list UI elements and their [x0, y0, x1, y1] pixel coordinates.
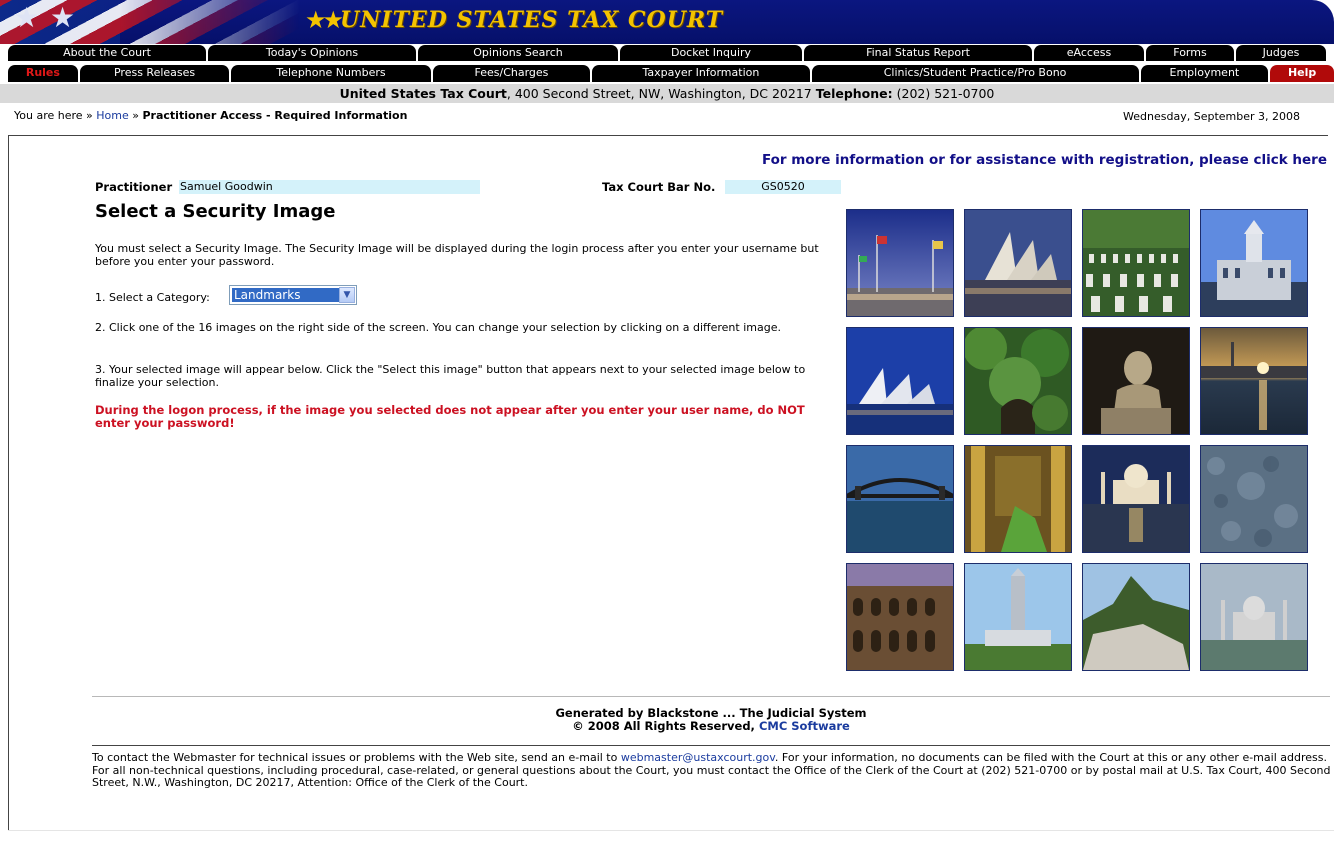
- site-logo[interactable]: UNITED STATES TAX COURT: [340, 7, 723, 33]
- contact-notice: To contact the Webmaster for technical i…: [92, 751, 1332, 790]
- nav-forms[interactable]: Forms: [1146, 45, 1234, 61]
- breadcrumb-home-link[interactable]: Home: [96, 109, 128, 122]
- page-title: Select a Security Image: [95, 201, 336, 222]
- star-icon: ★: [50, 1, 76, 34]
- security-image-grid: [846, 209, 1310, 672]
- nav-help[interactable]: Help: [1270, 65, 1334, 82]
- breadcrumb-prefix: You are here »: [14, 109, 97, 122]
- nav-eaccess[interactable]: eAccess: [1034, 45, 1144, 61]
- security-image-temple-interior[interactable]: [964, 445, 1072, 553]
- security-image-harbour-bridge[interactable]: [846, 445, 954, 553]
- footer-divider-2: [92, 745, 1330, 746]
- security-image-taj-mahal-haze[interactable]: [1200, 563, 1308, 671]
- registration-help-link[interactable]: For more information or for assistance w…: [762, 152, 1327, 168]
- security-image-mountain-peak[interactable]: [1082, 563, 1190, 671]
- step1-label: 1. Select a Category:: [95, 291, 210, 304]
- court-address-bar: United States Tax Court, 400 Second Stre…: [0, 84, 1334, 103]
- security-image-lincoln-memorial[interactable]: [1082, 327, 1190, 435]
- nav-opinions-search[interactable]: Opinions Search: [418, 45, 618, 61]
- court-phone: (202) 521-0700: [892, 86, 995, 101]
- star-icon: ★: [14, 1, 40, 34]
- breadcrumb-current: Practitioner Access - Required Informati…: [142, 109, 408, 122]
- footer-credits: Generated by Blackstone ... The Judicial…: [92, 707, 1330, 733]
- main-nav-row-1: About the Court Today's Opinions Opinion…: [8, 45, 1334, 61]
- nav-clinics-pro-bono[interactable]: Clinics/Student Practice/Pro Bono: [811, 65, 1139, 82]
- security-image-jungle-ruins[interactable]: [964, 327, 1072, 435]
- nav-todays-opinions[interactable]: Today's Opinions: [208, 45, 416, 61]
- security-image-taj-mahal-reflection[interactable]: [1082, 445, 1190, 553]
- court-address: , 400 Second Street, NW, Washington, DC …: [506, 86, 816, 101]
- nav-fees-charges[interactable]: Fees/Charges: [432, 65, 591, 82]
- category-select[interactable]: Landmarks ▼: [229, 285, 357, 305]
- left-border: [8, 135, 9, 830]
- breadcrumb: You are here » Home » Practitioner Acces…: [14, 109, 407, 122]
- intro-text: You must select a Security Image. The Se…: [95, 242, 819, 268]
- chevron-down-icon[interactable]: ▼: [339, 287, 355, 303]
- court-name: United States Tax Court: [339, 86, 507, 101]
- security-image-capitol-building[interactable]: [1200, 209, 1308, 317]
- cmc-software-link[interactable]: CMC Software: [759, 719, 850, 733]
- password-warning: During the logon process, if the image y…: [95, 403, 805, 430]
- bar-no-label: Tax Court Bar No.: [602, 180, 716, 194]
- bar-no-field: GS0520: [725, 180, 841, 194]
- security-image-city-sunset[interactable]: [1200, 327, 1308, 435]
- security-image-stone-texture[interactable]: [1200, 445, 1308, 553]
- current-date: Wednesday, September 3, 2008: [1123, 110, 1300, 123]
- nav-taxpayer-information[interactable]: Taxpayer Information: [592, 65, 810, 82]
- security-image-opera-house-dusk[interactable]: [964, 209, 1072, 317]
- contact-text-1: To contact the Webmaster for technical i…: [92, 751, 621, 764]
- security-image-monument-tower[interactable]: [964, 563, 1072, 671]
- flag-stripes: [0, 0, 300, 44]
- step3-text: 3. Your selected image will appear below…: [95, 363, 806, 389]
- nav-docket-inquiry[interactable]: Docket Inquiry: [620, 45, 802, 61]
- practitioner-label: Practitioner: [95, 180, 173, 194]
- page-bottom-line: [8, 830, 1334, 831]
- security-image-colosseum[interactable]: [846, 563, 954, 671]
- breadcrumb-separator: »: [128, 109, 143, 122]
- nav-about-court[interactable]: About the Court: [8, 45, 206, 61]
- nav-press-releases[interactable]: Press Releases: [79, 65, 230, 82]
- footer-divider: [92, 696, 1330, 697]
- nav-employment[interactable]: Employment: [1140, 65, 1269, 82]
- phone-label: Telephone:: [815, 86, 893, 101]
- nav-rules[interactable]: Rules: [8, 65, 78, 82]
- security-image-opera-house-blue[interactable]: [846, 327, 954, 435]
- security-image-flags-plaza[interactable]: [846, 209, 954, 317]
- step2-text: 2. Click one of the 16 images on the rig…: [95, 321, 781, 334]
- category-selected-value: Landmarks: [232, 288, 339, 302]
- logo-stars-icon: ★★: [305, 6, 344, 34]
- copyright-text: © 2008 All Rights Reserved,: [572, 719, 759, 733]
- webmaster-email-link[interactable]: webmaster@ustaxcourt.gov: [621, 751, 775, 764]
- nav-telephone-numbers[interactable]: Telephone Numbers: [231, 65, 431, 82]
- site-banner: ★ ★ ★★ UNITED STATES TAX COURT: [0, 0, 1334, 44]
- header-divider: [8, 135, 1328, 136]
- practitioner-name-field: Samuel Goodwin: [179, 180, 480, 194]
- security-image-cemetery-rows[interactable]: [1082, 209, 1190, 317]
- nav-final-status-report[interactable]: Final Status Report: [804, 45, 1032, 61]
- nav-judges[interactable]: Judges: [1236, 45, 1326, 61]
- main-nav-row-2: Rules Press Releases Telephone Numbers F…: [8, 65, 1334, 82]
